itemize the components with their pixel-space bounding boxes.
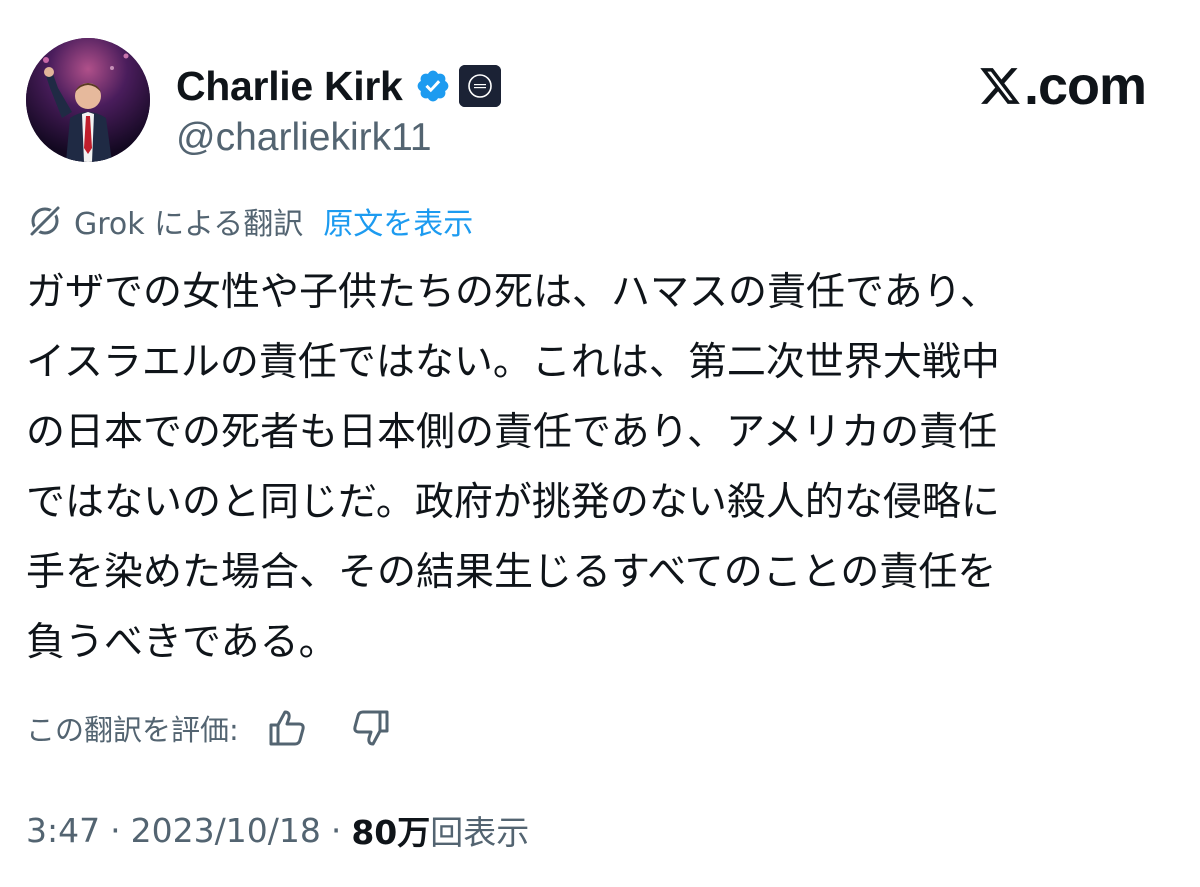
thumbs-up-icon[interactable] <box>265 706 309 750</box>
post-text-line: 手を染めた場合、その結果生じるすべてのことの責任を <box>26 550 997 595</box>
rate-translation-bar: この翻訳を評価: <box>26 700 393 756</box>
avatar[interactable] <box>26 38 150 162</box>
translation-label: Grok による翻訳 <box>74 207 304 242</box>
name-row: Charlie Kirk <box>176 56 501 116</box>
author-name[interactable]: Charlie Kirk <box>176 63 403 110</box>
author-handle[interactable]: @charliekirk11 <box>176 116 432 160</box>
show-original-link[interactable]: 原文を表示 <box>323 199 473 243</box>
post-text-line: ではないのと同じだ。政府が挑発のない殺人的な侵略に <box>26 480 1000 525</box>
post-text-line: イスラエルの責任ではない。これは、第二次世界大戦中 <box>26 340 1000 385</box>
post-date[interactable]: 2023/10/18 <box>131 811 321 850</box>
site-suffix: .com <box>1023 56 1147 116</box>
avatar-photo <box>26 38 150 162</box>
post-header: Charlie Kirk @charliekirk11 .com <box>26 38 1147 168</box>
x-com-brand: .com <box>978 54 1147 118</box>
post-text-line: 負うべきである。 <box>26 620 338 665</box>
affiliate-badge-icon[interactable] <box>458 65 501 107</box>
thumbs-down-icon[interactable] <box>349 706 393 750</box>
views-count[interactable]: 80万 <box>351 806 430 854</box>
rate-translation-label: この翻訳を評価: <box>26 713 239 747</box>
x-logo-icon <box>978 64 1022 108</box>
post-text-line: ガザでの女性や子供たちの死は、ハマスの責任であり、 <box>26 270 1000 315</box>
verified-badge-icon <box>415 68 451 104</box>
meta-separator: · <box>110 810 121 850</box>
views-label: 回表示 <box>430 813 530 852</box>
post-time[interactable]: 3:47 <box>26 811 100 850</box>
post-text-line: の日本での死者も日本側の責任であり、アメリカの責任 <box>26 410 998 455</box>
grok-icon <box>26 202 64 240</box>
post-text: ガザでの女性や子供たちの死は、ハマスの責任であり、 イスラエルの責任ではない。こ… <box>26 258 1166 678</box>
post-meta: 3:47 · 2023/10/18 · 80万 回表示 <box>26 802 529 858</box>
meta-separator: · <box>330 810 342 850</box>
translation-bar: Grok による翻訳 原文を表示 <box>26 198 473 244</box>
